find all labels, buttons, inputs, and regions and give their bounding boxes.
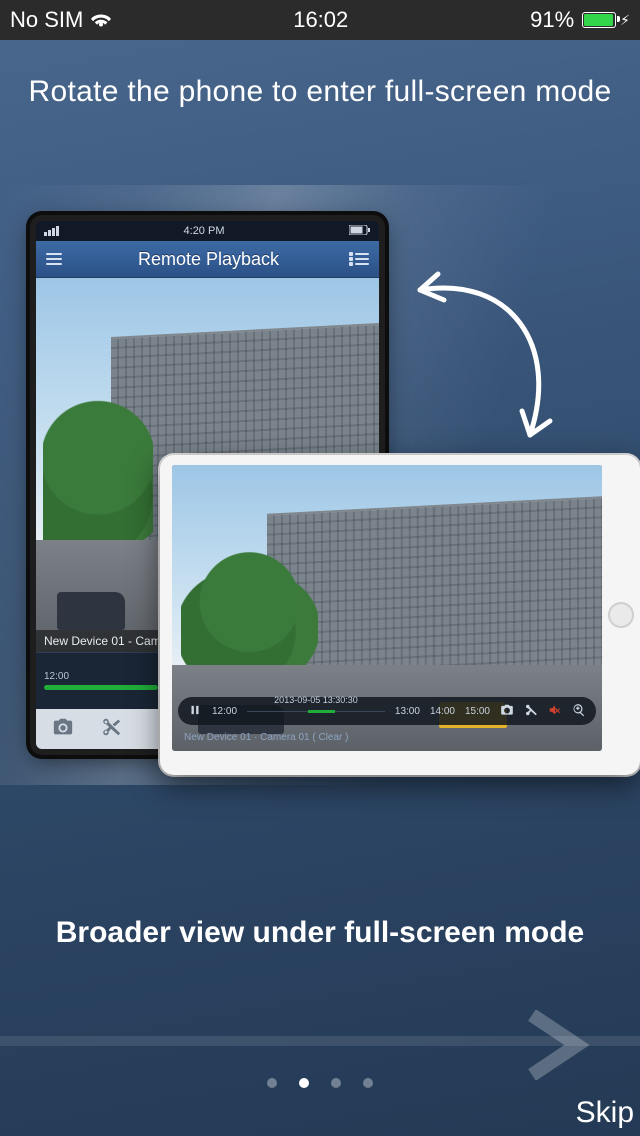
zoom-icon — [572, 703, 586, 720]
onboarding-headline: Rotate the phone to enter full-screen mo… — [0, 75, 640, 109]
clock: 16:02 — [293, 7, 348, 33]
land-t1: 12:00 — [212, 706, 237, 717]
onboarding-caption: Broader view under full-screen mode — [0, 916, 640, 950]
camera-icon — [52, 716, 74, 743]
signal-icon — [44, 226, 59, 236]
onboarding-illustration: 4:20 PM Remote Playback New Device 01 - … — [0, 185, 640, 785]
mock-battery-icon — [349, 225, 371, 238]
battery-icon: ⚡︎ — [582, 12, 630, 29]
page-dot[interactable] — [299, 1078, 309, 1088]
camera-icon — [500, 703, 514, 720]
battery-percent: 91% — [530, 7, 574, 33]
page-indicator[interactable] — [0, 1078, 640, 1088]
hamburger-icon — [46, 253, 62, 265]
land-t2: 13:00 — [395, 706, 420, 717]
page-dot[interactable] — [331, 1078, 341, 1088]
skip-button[interactable]: Skip — [576, 1096, 634, 1130]
mock-nav-title: Remote Playback — [138, 249, 279, 270]
device-status-bar: No SIM 16:02 91% ⚡︎ — [0, 0, 640, 40]
list-icon — [355, 253, 369, 265]
mock-timeline-t1: 12:00 — [44, 671, 69, 682]
land-t3: 14:00 — [430, 706, 455, 717]
landscape-phone-mock: 12:00 2013-09-05 13:30:30 13:00 14:00 15… — [160, 455, 640, 775]
scissors-icon — [100, 716, 122, 743]
pause-icon — [188, 703, 202, 720]
swipe-hint — [0, 1010, 640, 1080]
page-dot[interactable] — [363, 1078, 373, 1088]
landscape-datetime: 2013-09-05 13:30:30 — [274, 695, 358, 705]
page-dot[interactable] — [267, 1078, 277, 1088]
mock-clock: 4:20 PM — [184, 225, 225, 237]
mock-nav-bar: Remote Playback — [36, 241, 379, 278]
home-button-icon — [608, 602, 634, 628]
mute-icon — [548, 703, 562, 720]
land-t4: 15:00 — [465, 706, 490, 717]
mock-status-bar: 4:20 PM — [36, 221, 379, 241]
landscape-control-bar: 12:00 2013-09-05 13:30:30 13:00 14:00 15… — [178, 697, 596, 725]
landscape-caption: New Device 01 · Camera 01 ( Clear ) — [178, 730, 596, 745]
wifi-icon — [91, 8, 111, 34]
carrier-label: No SIM — [10, 7, 83, 33]
scissors-icon — [524, 703, 538, 720]
chevron-right-icon — [522, 1010, 612, 1080]
